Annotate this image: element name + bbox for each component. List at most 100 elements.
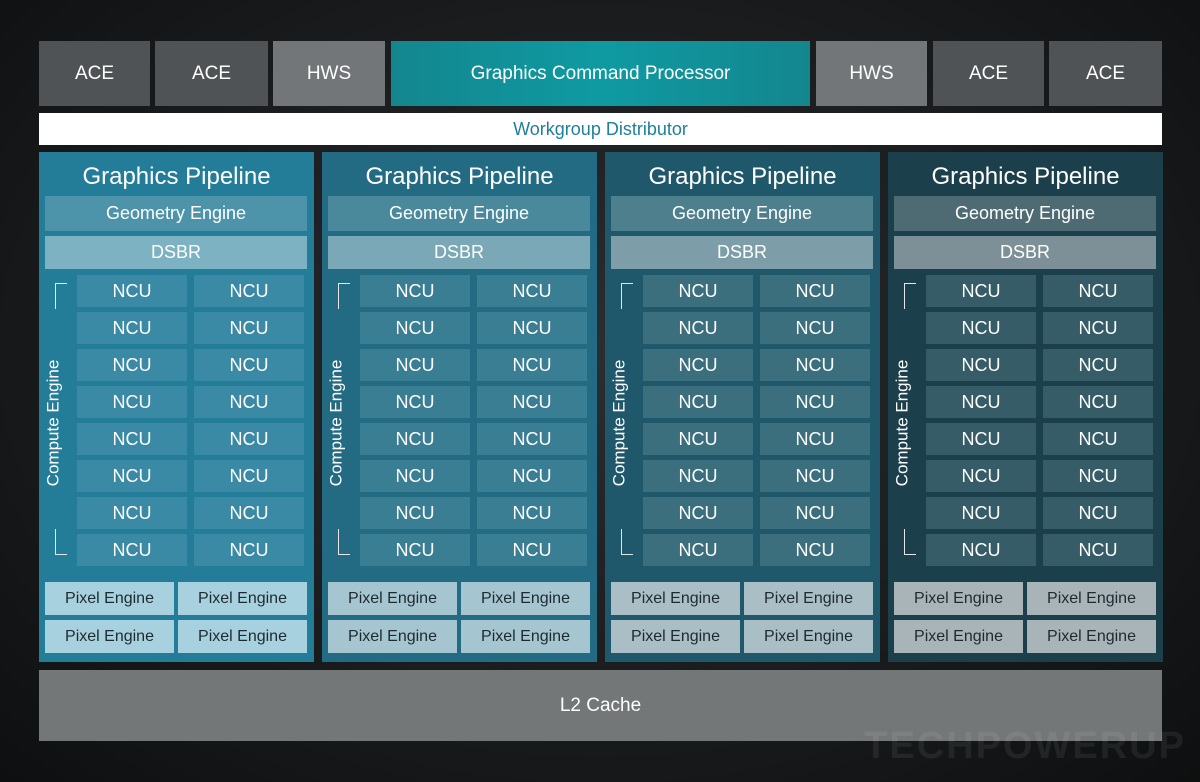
ncu-block: NCU <box>643 460 753 492</box>
workgroup-distributor: Workgroup Distributor <box>39 113 1162 145</box>
pixel-engine: Pixel Engine <box>894 620 1023 653</box>
ncu-block: NCU <box>760 349 870 381</box>
ncu-block: NCU <box>643 534 753 566</box>
compute-engine-text: Compute Engine <box>609 359 629 487</box>
block-label: HWS <box>849 62 894 84</box>
ncu-block: NCU <box>360 386 470 418</box>
block-label: ACE <box>191 62 232 84</box>
pixel-engine: Pixel Engine <box>894 582 1023 615</box>
gpu-architecture-diagram: ACE ACE HWS Graphics Command Processor H… <box>0 0 1200 782</box>
compute-engine-bracket-bottom <box>55 529 67 555</box>
ncu-block: NCU <box>760 534 870 566</box>
ncu-block: NCU <box>760 275 870 307</box>
ncu-block: NCU <box>360 312 470 344</box>
ncu-block: NCU <box>1043 497 1153 529</box>
compute-engine-label: Compute Engine <box>890 280 914 566</box>
compute-engine-bracket-top <box>55 283 67 309</box>
pipeline-title: Graphics Pipeline <box>648 163 837 190</box>
ncu-block: NCU <box>77 386 187 418</box>
ncu-block: NCU <box>77 534 187 566</box>
ncu-block: NCU <box>77 497 187 529</box>
ncu-block: NCU <box>477 312 587 344</box>
graphics-pipeline-4: Graphics Pipeline Geometry Engine DSBR Comp… <box>888 152 1163 662</box>
block-label: ACE <box>74 62 115 84</box>
pixel-engine: Pixel Engine <box>178 582 307 615</box>
ncu-block: NCU <box>477 386 587 418</box>
geometry-engine: Geometry Engine <box>611 196 873 231</box>
ncu-block: NCU <box>926 534 1036 566</box>
pixel-engine: Pixel Engine <box>178 620 307 653</box>
pipeline-title: Graphics Pipeline <box>931 163 1120 190</box>
ncu-block: NCU <box>1043 460 1153 492</box>
ncu-block: NCU <box>194 497 304 529</box>
ncu-block: NCU <box>77 312 187 344</box>
pixel-engine: Pixel Engine <box>744 620 873 653</box>
ncu-block: NCU <box>77 423 187 455</box>
pixel-engine: Pixel Engine <box>611 582 740 615</box>
ncu-block: NCU <box>477 497 587 529</box>
ncu-block: NCU <box>360 349 470 381</box>
ace-block-2: ACE <box>155 41 268 106</box>
ncu-block: NCU <box>77 349 187 381</box>
ace-block-4: ACE <box>1049 41 1162 106</box>
block-label: ACE <box>968 62 1009 84</box>
ncu-block: NCU <box>926 275 1036 307</box>
compute-engine-bracket-top <box>338 283 350 309</box>
ncu-block: NCU <box>926 460 1036 492</box>
ncu-block: NCU <box>360 275 470 307</box>
ncu-block: NCU <box>643 423 753 455</box>
compute-engine-bracket-top <box>621 283 633 309</box>
dsbr: DSBR <box>45 236 307 269</box>
ncu-block: NCU <box>194 534 304 566</box>
ncu-block: NCU <box>360 460 470 492</box>
ncu-block: NCU <box>643 386 753 418</box>
ncu-block: NCU <box>360 423 470 455</box>
ncu-block: NCU <box>1043 423 1153 455</box>
pixel-engine: Pixel Engine <box>461 620 590 653</box>
dsbr: DSBR <box>894 236 1156 269</box>
ncu-block: NCU <box>477 349 587 381</box>
block-label: ACE <box>1085 62 1126 84</box>
ncu-block: NCU <box>360 534 470 566</box>
ncu-block: NCU <box>194 349 304 381</box>
ncu-block: NCU <box>477 275 587 307</box>
compute-engine-bracket-bottom <box>621 529 633 555</box>
ncu-block: NCU <box>477 423 587 455</box>
dsbr: DSBR <box>328 236 590 269</box>
hws-block-1: HWS <box>273 41 385 106</box>
ncu-block: NCU <box>1043 534 1153 566</box>
ncu-block: NCU <box>926 312 1036 344</box>
pixel-engine: Pixel Engine <box>611 620 740 653</box>
ncu-block: NCU <box>926 386 1036 418</box>
hws-block-2: HWS <box>816 41 927 106</box>
ncu-block: NCU <box>926 423 1036 455</box>
geometry-engine: Geometry Engine <box>894 196 1156 231</box>
dsbr: DSBR <box>611 236 873 269</box>
compute-engine-label: Compute Engine <box>607 280 631 566</box>
pixel-engine: Pixel Engine <box>45 582 174 615</box>
pipeline-title: Graphics Pipeline <box>82 163 271 190</box>
ncu-block: NCU <box>477 460 587 492</box>
watermark-logo: TECHPOWERUP <box>864 725 1186 767</box>
graphics-command-processor: Graphics Command Processor <box>391 41 810 106</box>
ncu-block: NCU <box>760 312 870 344</box>
ncu-block: NCU <box>760 460 870 492</box>
compute-engine-text: Compute Engine <box>43 359 63 487</box>
ncu-block: NCU <box>77 275 187 307</box>
ncu-block: NCU <box>926 349 1036 381</box>
pixel-engine: Pixel Engine <box>1027 582 1156 615</box>
compute-engine-bracket-top <box>904 283 916 309</box>
graphics-pipeline-2: Graphics Pipeline Geometry Engine DSBR Comp… <box>322 152 597 662</box>
ace-block-3: ACE <box>933 41 1044 106</box>
block-label: HWS <box>306 62 352 84</box>
pipeline-title: Graphics Pipeline <box>365 163 554 190</box>
ncu-block: NCU <box>194 275 304 307</box>
ncu-block: NCU <box>194 312 304 344</box>
ncu-block: NCU <box>1043 386 1153 418</box>
ncu-block: NCU <box>1043 312 1153 344</box>
ncu-block: NCU <box>194 423 304 455</box>
ncu-block: NCU <box>643 275 753 307</box>
compute-engine-bracket-bottom <box>904 529 916 555</box>
ncu-block: NCU <box>926 497 1036 529</box>
ncu-block: NCU <box>77 460 187 492</box>
